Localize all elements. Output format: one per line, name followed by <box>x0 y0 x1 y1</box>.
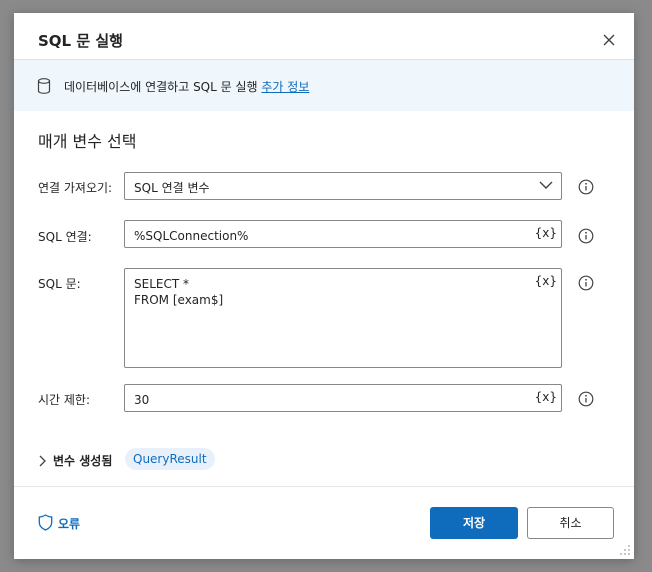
variable-picker-button[interactable]: {x} <box>535 226 557 240</box>
info-bar: 데이터베이스에 연결하고 SQL 문 실행 추가 정보 <box>14 59 634 111</box>
database-icon <box>37 78 51 94</box>
close-button[interactable] <box>598 29 620 51</box>
info-icon[interactable] <box>578 275 594 291</box>
resize-grip-icon[interactable] <box>619 544 631 556</box>
sql-connection-label: SQL 연결: <box>38 230 92 244</box>
variable-picker-button[interactable]: {x} <box>535 274 557 288</box>
connection-source-dropdown[interactable]: SQL 연결 변수 <box>124 172 562 200</box>
sql-connection-value: %SQLConnection% <box>134 229 249 243</box>
connection-source-label: 연결 가져오기: <box>38 181 113 195</box>
errors-label: 오류 <box>58 517 81 531</box>
close-icon <box>603 34 615 46</box>
save-button[interactable]: 저장 <box>430 507 518 539</box>
variable-badge-queryresult[interactable]: QueryResult <box>125 448 215 470</box>
info-description: 데이터베이스에 연결하고 SQL 문 실행 <box>64 80 262 94</box>
sql-statement-textarea[interactable]: SELECT * FROM [exam$] {x} <box>124 268 562 368</box>
variables-produced-label: 변수 생성됨 <box>53 454 113 468</box>
dialog-title: SQL 문 실행 <box>38 32 123 50</box>
chevron-right-icon <box>39 455 46 467</box>
connection-source-value: SQL 연결 변수 <box>134 181 210 195</box>
info-icon[interactable] <box>578 391 594 407</box>
more-info-link[interactable]: 추가 정보 <box>261 80 309 94</box>
sql-connection-input[interactable]: %SQLConnection% {x} <box>124 220 562 248</box>
timeout-input[interactable]: 30 {x} <box>124 384 562 412</box>
info-text: 데이터베이스에 연결하고 SQL 문 실행 추가 정보 <box>64 78 309 95</box>
timeout-value: 30 <box>134 393 150 407</box>
run-sql-dialog: SQL 문 실행 데이터베이스에 연결하고 SQL 문 실행 추가 정보 매개 … <box>14 13 634 559</box>
info-icon[interactable] <box>578 179 594 195</box>
sql-statement-value: SELECT * FROM [exam$] <box>134 277 224 307</box>
footer-divider <box>14 486 634 487</box>
cancel-button[interactable]: 취소 <box>527 507 614 539</box>
chevron-down-icon <box>539 181 553 189</box>
section-title: 매개 변수 선택 <box>38 132 137 151</box>
info-icon[interactable] <box>578 228 594 244</box>
shield-icon <box>38 514 53 531</box>
timeout-label: 시간 제한: <box>38 393 91 407</box>
variable-picker-button[interactable]: {x} <box>535 390 557 404</box>
sql-statement-label: SQL 문: <box>38 277 81 291</box>
